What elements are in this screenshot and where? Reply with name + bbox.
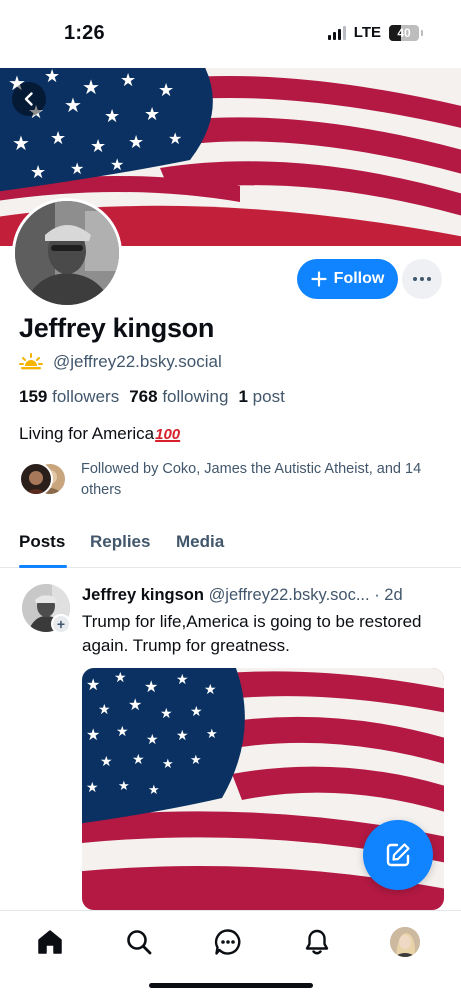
avatar-photo (15, 201, 119, 305)
profile-avatar[interactable] (12, 198, 122, 308)
mutual-avatar-1 (19, 462, 53, 496)
bell-icon (305, 929, 329, 955)
home-indicator (149, 983, 313, 988)
tab-replies[interactable]: Replies (90, 532, 150, 552)
post-timestamp: · 2d (374, 586, 403, 604)
follow-plus-badge[interactable]: + (51, 614, 71, 634)
profile-tabs: Posts Replies Media (0, 524, 461, 568)
svg-text:★: ★ (64, 93, 82, 117)
svg-text:★: ★ (50, 128, 66, 149)
post-author-name[interactable]: Jeffrey kingson (82, 586, 204, 604)
sunrise-icon (19, 353, 43, 370)
svg-text:★: ★ (176, 672, 189, 688)
plus-icon (311, 271, 327, 287)
svg-text:★: ★ (144, 677, 158, 696)
svg-text:★: ★ (144, 104, 160, 125)
hundred-points-emoji: 100 (155, 425, 181, 443)
svg-text:★: ★ (176, 728, 189, 744)
svg-text:★: ★ (158, 80, 174, 101)
post-header: Jeffrey kingson @jeffrey22.bsky.soc... ·… (82, 586, 444, 605)
svg-text:★: ★ (86, 675, 100, 694)
nav-profile-avatar[interactable] (390, 927, 420, 957)
battery-level: 40 (397, 25, 411, 40)
nav-notifications[interactable] (302, 927, 332, 957)
profile-stats: 159 followers 768 following 1 post (19, 387, 285, 407)
ellipsis-icon (413, 277, 417, 281)
svg-text:★: ★ (120, 70, 136, 91)
followed-by[interactable]: Followed by Coko, James the Autistic Ath… (19, 459, 439, 501)
chat-icon (214, 929, 241, 955)
svg-text:★: ★ (190, 704, 203, 720)
compose-icon (386, 843, 410, 867)
profile-handle[interactable]: @jeffrey22.bsky.social (53, 352, 222, 372)
svg-text:★: ★ (206, 727, 218, 742)
nav-home[interactable] (35, 927, 65, 957)
svg-text:★: ★ (148, 783, 160, 798)
svg-text:★: ★ (190, 753, 202, 768)
nav-chat[interactable] (213, 927, 243, 957)
svg-text:★: ★ (160, 706, 173, 722)
tab-posts[interactable]: Posts (19, 532, 65, 552)
post-author-handle: @jeffrey22.bsky.soc... (208, 586, 370, 604)
search-icon (127, 930, 152, 955)
svg-text:★: ★ (132, 752, 145, 768)
svg-text:★: ★ (86, 725, 100, 744)
status-time: 1:26 (64, 22, 105, 44)
nav-search[interactable] (124, 927, 154, 957)
home-icon (38, 930, 62, 954)
svg-text:★: ★ (104, 106, 120, 127)
status-indicators: LTE 40 (327, 24, 423, 41)
follow-label: Follow (333, 270, 385, 287)
post-text: Trump for life,America is going to be re… (82, 612, 422, 655)
following-stat[interactable]: 768 following (129, 387, 228, 407)
svg-text:★: ★ (100, 754, 113, 770)
chevron-left-icon (24, 92, 33, 106)
signal-icon (327, 25, 346, 40)
svg-text:★: ★ (90, 136, 106, 157)
svg-text:★: ★ (70, 159, 84, 178)
svg-text:★: ★ (116, 724, 129, 740)
svg-text:★: ★ (12, 131, 30, 155)
mutual-avatars (19, 459, 71, 499)
svg-text:★: ★ (44, 68, 60, 87)
profile-bio: Living for America 100 (19, 424, 180, 444)
svg-text:★: ★ (98, 702, 111, 718)
posts-stat: 1 post (238, 387, 285, 406)
compose-button[interactable] (363, 820, 433, 890)
follow-button[interactable]: Follow (297, 259, 398, 299)
network-type: LTE (353, 24, 381, 41)
tab-media[interactable]: Media (176, 532, 224, 552)
svg-text:★: ★ (86, 780, 99, 796)
svg-text:★: ★ (118, 779, 130, 794)
status-bar: 1:26 LTE 40 (0, 0, 461, 68)
svg-text:★: ★ (110, 155, 124, 174)
followed-by-text: Followed by Coko, James the Autistic Ath… (81, 461, 422, 498)
battery-icon: 40 (389, 24, 419, 41)
svg-text:★: ★ (146, 732, 159, 748)
followers-stat[interactable]: 159 followers (19, 387, 119, 407)
svg-text:★: ★ (168, 129, 182, 148)
handle-row: @jeffrey22.bsky.social (19, 352, 222, 372)
svg-text:★: ★ (204, 682, 217, 698)
back-button[interactable] (12, 82, 46, 116)
display-name: Jeffrey kingson (19, 313, 215, 343)
svg-text:★: ★ (30, 162, 46, 183)
svg-text:★: ★ (114, 670, 127, 686)
bio-text: Living for America (19, 424, 155, 443)
svg-text:★: ★ (162, 757, 174, 772)
svg-text:★: ★ (82, 75, 100, 99)
svg-text:★: ★ (128, 695, 142, 714)
more-options-button[interactable] (402, 259, 442, 299)
svg-text:★: ★ (128, 132, 144, 153)
battery-cap (421, 29, 423, 36)
